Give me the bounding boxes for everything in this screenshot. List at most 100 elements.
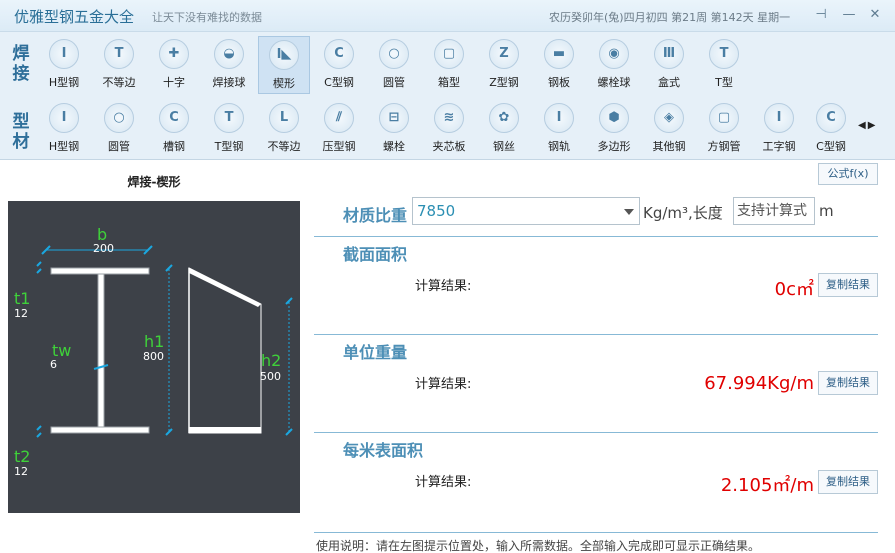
dim-tw-value[interactable]: 6 [50, 359, 57, 371]
app-title: 优雅型钢五金大全 [14, 8, 135, 26]
weld-group-label: 焊接 [12, 44, 30, 84]
divider [314, 334, 878, 335]
dim-b-label: b [97, 225, 108, 244]
t-shape-icon: T [709, 39, 739, 69]
divider [314, 432, 878, 433]
density-label: 材质比重 [343, 206, 408, 225]
formula-button[interactable]: 公式f(x) [818, 163, 878, 185]
diagram-title: 焊接-楔形 [127, 175, 181, 189]
tool-profile-sandwich[interactable]: ≋ 夹芯板 [423, 100, 475, 158]
close-button[interactable]: ✕ [866, 5, 884, 25]
rail-icon: I [544, 103, 574, 133]
tool-profile-square-pipe[interactable]: ▢ 方钢管 [698, 100, 750, 158]
dim-t2-value[interactable]: 12 [14, 466, 28, 478]
dim-h1-label: h1 [144, 332, 165, 351]
copy-surface-button[interactable]: 复制结果 [818, 470, 878, 494]
z-steel-icon: Z [489, 39, 519, 69]
plate-icon: ▬ [544, 39, 574, 69]
wedge-icon: I◣ [269, 40, 299, 70]
cross-icon: ✚ [159, 39, 189, 69]
tool-profile-polygon[interactable]: ⬢ 多边形 [588, 100, 640, 158]
area-result: 0c㎡ [774, 279, 814, 300]
weight-result: 67.994Kg/m [704, 373, 814, 394]
tool-profile-pressed[interactable]: ⫽ 压型钢 [313, 100, 365, 158]
sandwich-panel-icon: ≋ [434, 103, 464, 133]
surface-result: 2.105㎡/m [720, 475, 814, 496]
tool-profile-channel[interactable]: C 槽钢 [148, 100, 200, 158]
area-section-title: 截面面积 [343, 245, 408, 264]
dim-b-value[interactable]: 200 [93, 243, 114, 255]
divider [314, 532, 878, 533]
shape-toolbar: 焊接 型材 I H型钢 T 不等边 ✚ 十字 ◒ 焊接球 I◣ 楔形 C C型钢 ○ 圆管 ▢… [0, 32, 895, 160]
density-select[interactable]: 7850 [412, 197, 640, 225]
surface-calc-label: 计算结果: [415, 475, 472, 490]
dim-h2-value[interactable]: 500 [260, 371, 281, 383]
weld-ball-icon: ◒ [214, 39, 244, 69]
polygon-icon: ⬢ [599, 103, 629, 133]
pin-icon[interactable]: ⊣ [812, 5, 830, 25]
c-steel-icon: C [324, 39, 354, 69]
wedge-section-diagram: b 200 t1 12 tw 6 h1 800 h2 500 t2 12 [8, 201, 300, 513]
length-input[interactable]: 支持计算式 [733, 197, 815, 225]
i-beam-icon: I [764, 103, 794, 133]
angle-icon: L [269, 103, 299, 133]
tool-weld-box-type[interactable]: Ⅲ 盒式 [643, 36, 695, 94]
tool-weld-z-steel[interactable]: Z Z型钢 [478, 36, 530, 94]
tool-profile-wire[interactable]: ✿ 钢丝 [478, 100, 530, 158]
tool-weld-h-beam[interactable]: I H型钢 [38, 36, 90, 94]
tool-profile-c-steel[interactable]: C C型钢 [805, 100, 857, 158]
tool-profile-round-pipe[interactable]: ○ 圆管 [93, 100, 145, 158]
app-subtitle: 让天下没有难找的数据 [152, 11, 262, 24]
tool-weld-bolt-ball[interactable]: ◉ 螺栓球 [588, 36, 640, 94]
chevron-down-icon [624, 209, 634, 215]
h-beam-icon: I [49, 39, 79, 69]
bolt-icon: ⊟ [379, 103, 409, 133]
weight-calc-label: 计算结果: [415, 377, 472, 392]
title-bar: 优雅型钢五金大全 让天下没有难找的数据 农历癸卯年(兔)四月初四 第21周 第1… [0, 0, 895, 32]
tool-weld-c-steel[interactable]: C C型钢 [313, 36, 365, 94]
dim-t1-label: t1 [14, 289, 31, 308]
minimize-button[interactable]: — [840, 5, 858, 25]
dim-h2-label: h2 [261, 351, 282, 370]
lunar-date-text: 农历癸卯年(兔)四月初四 第21周 第142天 星期一 [549, 11, 791, 24]
round-pipe-icon: ○ [379, 39, 409, 69]
box-icon: ▢ [434, 39, 464, 69]
tool-weld-t[interactable]: T T型 [698, 36, 750, 94]
tool-profile-rail[interactable]: I 钢轨 [533, 100, 585, 158]
dim-h1-value[interactable]: 800 [143, 351, 164, 363]
tool-weld-round-pipe[interactable]: ○ 圆管 [368, 36, 420, 94]
surface-section-title: 每米表面积 [343, 441, 424, 460]
density-unit: Kg/m³,长度 [643, 204, 723, 222]
round-pipe-icon: ○ [104, 103, 134, 133]
density-value: 7850 [417, 202, 456, 220]
h-beam-icon: I [49, 103, 79, 133]
dim-t2-label: t2 [14, 447, 31, 466]
tool-profile-h-beam[interactable]: I H型钢 [38, 100, 90, 158]
tool-weld-plate[interactable]: ▬ 钢板 [533, 36, 585, 94]
tool-weld-box[interactable]: ▢ 箱型 [423, 36, 475, 94]
square-pipe-icon: ▢ [709, 103, 739, 133]
tool-weld-unequal[interactable]: T 不等边 [93, 36, 145, 94]
dim-tw-label: tw [52, 341, 72, 360]
area-calc-label: 计算结果: [415, 279, 472, 294]
tool-weld-ball[interactable]: ◒ 焊接球 [203, 36, 255, 94]
pressed-steel-icon: ⫽ [324, 103, 354, 133]
bolt-ball-icon: ◉ [599, 39, 629, 69]
weight-section-title: 单位重量 [343, 343, 408, 362]
t-steel-icon: T [214, 103, 244, 133]
copy-area-button[interactable]: 复制结果 [818, 273, 878, 297]
toolbar-scroll-arrows-icon[interactable]: ◀▶ [858, 120, 877, 131]
divider [314, 236, 878, 237]
tool-profile-bolt[interactable]: ⊟ 螺栓 [368, 100, 420, 158]
tool-weld-wedge[interactable]: I◣ 楔形 [258, 36, 310, 94]
copy-weight-button[interactable]: 复制结果 [818, 371, 878, 395]
tool-profile-angle[interactable]: L 不等边 [258, 100, 310, 158]
tool-profile-t-steel[interactable]: T T型钢 [203, 100, 255, 158]
tool-profile-i-beam[interactable]: I 工字钢 [753, 100, 805, 158]
other-steel-icon: ◈ [654, 103, 684, 133]
dim-t1-value[interactable]: 12 [14, 308, 28, 320]
tool-profile-other[interactable]: ◈ 其他钢 [643, 100, 695, 158]
box-type-icon: Ⅲ [654, 39, 684, 69]
tool-weld-cross[interactable]: ✚ 十字 [148, 36, 200, 94]
channel-icon: C [159, 103, 189, 133]
